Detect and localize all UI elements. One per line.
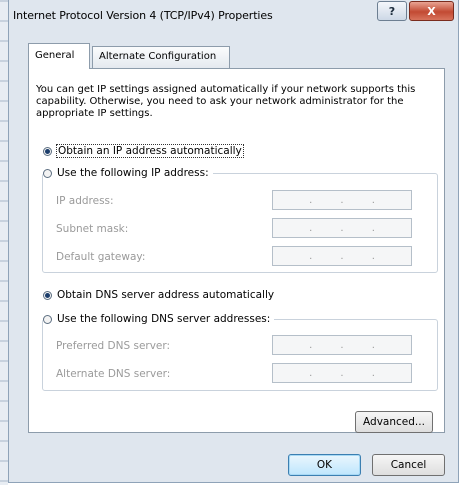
alternate-dns-label: Alternate DNS server: <box>56 368 171 380</box>
preferred-dns-input[interactable]: ... <box>272 335 412 355</box>
radio-selected-icon <box>43 146 52 156</box>
default-gateway-label: Default gateway: <box>56 251 146 263</box>
radio-unselected-icon <box>43 314 52 324</box>
intro-text: You can get IP settings assigned automat… <box>36 84 416 119</box>
subnet-mask-input[interactable]: ... <box>272 218 412 238</box>
radio-selected-icon <box>43 290 52 300</box>
tab-alternate-configuration[interactable]: Alternate Configuration <box>92 46 230 68</box>
general-tab-panel: You can get IP settings assigned automat… <box>28 68 445 433</box>
alternate-dns-input[interactable]: ... <box>272 363 412 383</box>
window-title: Internet Protocol Version 4 (TCP/IPv4) P… <box>13 9 273 22</box>
obtain-ip-auto-radio[interactable]: Obtain an IP address automatically <box>43 144 244 158</box>
cancel-button[interactable]: Cancel <box>372 454 445 476</box>
tcpip-properties-dialog: Internet Protocol Version 4 (TCP/IPv4) P… <box>8 0 459 483</box>
ok-button[interactable]: OK <box>288 454 361 476</box>
subnet-mask-label: Subnet mask: <box>56 223 129 235</box>
use-following-dns-radio[interactable]: Use the following DNS server addresses: <box>43 313 275 325</box>
ip-address-input[interactable]: ... <box>272 190 412 210</box>
obtain-dns-auto-label: Obtain DNS server address automatically <box>57 289 275 301</box>
background-window-edge <box>0 0 8 485</box>
use-following-ip-label: Use the following IP address: <box>57 167 209 179</box>
use-following-ip-radio[interactable]: Use the following IP address: <box>43 167 213 179</box>
preferred-dns-label: Preferred DNS server: <box>56 340 171 352</box>
default-gateway-input[interactable]: ... <box>272 246 412 266</box>
use-following-dns-label: Use the following DNS server addresses: <box>57 313 271 325</box>
ip-address-label: IP address: <box>56 195 114 207</box>
advanced-button[interactable]: Advanced... <box>355 411 433 433</box>
tab-general[interactable]: General <box>28 43 90 69</box>
radio-unselected-icon <box>43 168 52 178</box>
obtain-dns-auto-radio[interactable]: Obtain DNS server address automatically <box>43 289 274 301</box>
help-button[interactable]: ? <box>377 1 407 21</box>
obtain-ip-auto-label: Obtain an IP address automatically <box>56 144 244 158</box>
close-button[interactable]: X <box>409 1 454 21</box>
title-bar[interactable]: Internet Protocol Version 4 (TCP/IPv4) P… <box>9 0 458 34</box>
